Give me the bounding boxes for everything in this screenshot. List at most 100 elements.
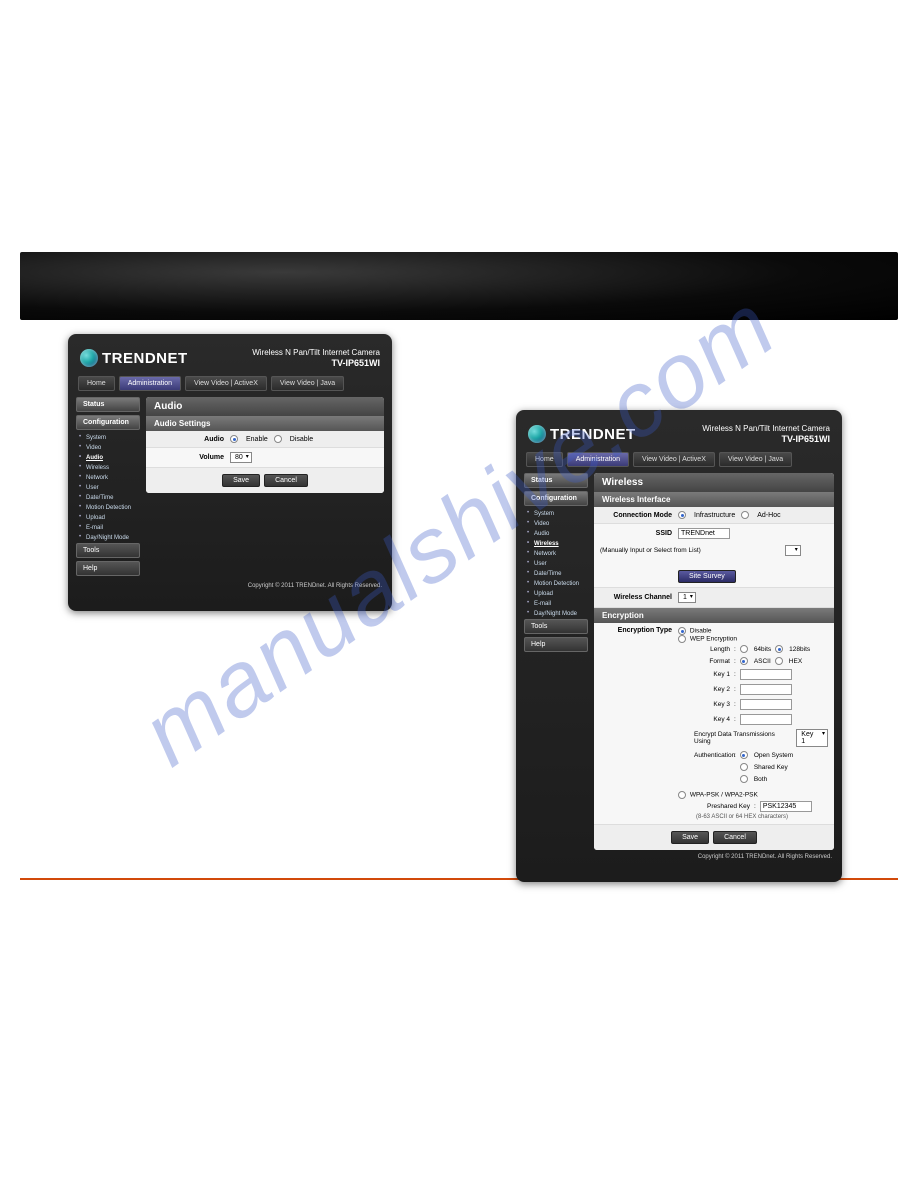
sidebar-item-datetime[interactable]: Date/Time <box>524 569 588 579</box>
save-button[interactable]: Save <box>671 831 709 844</box>
sidebar-item-network[interactable]: Network <box>524 549 588 559</box>
auth-shared-radio[interactable] <box>740 763 748 771</box>
key2-input[interactable] <box>740 684 792 695</box>
sidebar-item-system[interactable]: System <box>76 433 140 443</box>
sidebar-help[interactable]: Help <box>76 561 140 576</box>
enc-wpa-text: WPA-PSK / WPA2-PSK <box>690 792 758 799</box>
audio-disable-radio[interactable] <box>274 435 282 443</box>
sidebar-item-audio[interactable]: Audio <box>524 529 588 539</box>
enc-wep-radio[interactable] <box>678 635 686 643</box>
sidebar-item-user[interactable]: User <box>524 559 588 569</box>
sidebar-item-email[interactable]: E-mail <box>76 523 140 533</box>
audio-enable-text: Enable <box>246 436 268 443</box>
sidebar-right: Status Configuration System Video Audio … <box>524 473 588 655</box>
wireless-panel: TRENDNET Wireless N Pan/Tilt Internet Ca… <box>516 410 842 882</box>
top-nav-right: Home Administration View Video | ActiveX… <box>516 448 842 473</box>
ssid-hint: (Manually Input or Select from List) <box>600 547 701 554</box>
volume-select[interactable]: 80 <box>230 452 252 463</box>
header-subtitle-right: Wireless N Pan/Tilt Internet Camera TV-I… <box>702 424 830 444</box>
auth-shared-text: Shared Key <box>754 764 788 771</box>
len-64-text: 64bits <box>754 646 771 653</box>
sidebar-status[interactable]: Status <box>524 473 588 488</box>
cancel-button[interactable]: Cancel <box>713 831 757 844</box>
sidebar-item-email[interactable]: E-mail <box>524 599 588 609</box>
nav-administration[interactable]: Administration <box>567 452 629 467</box>
channel-select[interactable]: 1 <box>678 592 696 603</box>
sidebar-item-motion[interactable]: Motion Detection <box>524 579 588 589</box>
ssid-label: SSID <box>600 530 672 537</box>
sidebar-item-motion[interactable]: Motion Detection <box>76 503 140 513</box>
auth-both-radio[interactable] <box>740 775 748 783</box>
ssid-input[interactable]: TRENDnet <box>678 528 730 539</box>
sidebar-help[interactable]: Help <box>524 637 588 652</box>
product-line: Wireless N Pan/Tilt Internet Camera <box>702 424 830 434</box>
infra-radio[interactable] <box>678 511 686 519</box>
nav-view-java[interactable]: View Video | Java <box>271 376 344 391</box>
cancel-button[interactable]: Cancel <box>264 474 308 487</box>
sidebar-item-wireless[interactable]: Wireless <box>524 539 588 549</box>
nav-view-activex[interactable]: View Video | ActiveX <box>185 376 267 391</box>
model-number: TV-IP651WI <box>702 434 830 445</box>
fmt-ascii-text: ASCII <box>754 658 771 665</box>
key1-input[interactable] <box>740 669 792 680</box>
sidebar-status[interactable]: Status <box>76 397 140 412</box>
key3-input[interactable] <box>740 699 792 710</box>
nav-home[interactable]: Home <box>78 376 115 391</box>
enc-disable-radio[interactable] <box>678 627 686 635</box>
sidebar-item-upload[interactable]: Upload <box>76 513 140 523</box>
sidebar-configuration[interactable]: Configuration <box>76 415 140 430</box>
save-button[interactable]: Save <box>222 474 260 487</box>
sidebar-item-system[interactable]: System <box>524 509 588 519</box>
brand-logo: TRENDNET <box>80 349 188 367</box>
brand-text: TRENDNET <box>102 350 188 367</box>
len-64-radio[interactable] <box>740 645 748 653</box>
audio-settings-header: Audio Settings <box>146 416 384 431</box>
nav-home[interactable]: Home <box>526 452 563 467</box>
enc-disable-text: Disable <box>690 628 712 635</box>
sidebar-tools[interactable]: Tools <box>524 619 588 634</box>
format-label: Format <box>694 658 730 665</box>
fmt-hex-radio[interactable] <box>775 657 783 665</box>
adhoc-radio[interactable] <box>741 511 749 519</box>
nav-view-activex[interactable]: View Video | ActiveX <box>633 452 715 467</box>
len-128-radio[interactable] <box>775 645 783 653</box>
audio-title: Audio <box>146 397 384 416</box>
sidebar-configuration[interactable]: Configuration <box>524 491 588 506</box>
enc-wpa-radio[interactable] <box>678 791 686 799</box>
sidebar-tools[interactable]: Tools <box>76 543 140 558</box>
fmt-ascii-radio[interactable] <box>740 657 748 665</box>
ssid-list-select[interactable] <box>785 545 801 556</box>
sidebar-item-video[interactable]: Video <box>76 443 140 453</box>
auth-open-radio[interactable] <box>740 751 748 759</box>
sidebar-item-video[interactable]: Video <box>524 519 588 529</box>
fmt-hex-text: HEX <box>789 658 802 665</box>
psk-input[interactable]: PSK12345 <box>760 801 812 812</box>
sidebar-item-daynight[interactable]: Day/Night Mode <box>524 609 588 619</box>
channel-label: Wireless Channel <box>600 594 672 601</box>
sidebar-item-upload[interactable]: Upload <box>524 589 588 599</box>
psk-label: Preshared Key <box>694 803 750 810</box>
audio-main: Audio Audio Settings Audio Enable Disabl… <box>146 397 384 493</box>
sidebar-item-daynight[interactable]: Day/Night Mode <box>76 533 140 543</box>
sidebar-item-network[interactable]: Network <box>76 473 140 483</box>
psk-hint: (8-63 ASCII or 64 HEX characters) <box>678 814 828 820</box>
sidebar-item-wireless[interactable]: Wireless <box>76 463 140 473</box>
model-number: TV-IP651WI <box>252 358 380 369</box>
key4-input[interactable] <box>740 714 792 725</box>
enc-using-select[interactable]: Key 1 <box>796 729 828 747</box>
header-subtitle: Wireless N Pan/Tilt Internet Camera TV-I… <box>252 348 380 368</box>
sidebar: Status Configuration System Video Audio … <box>76 397 140 579</box>
key1-label: Key 1 <box>694 671 730 678</box>
len-128-text: 128bits <box>789 646 810 653</box>
site-survey-button[interactable]: Site Survey <box>678 570 736 583</box>
audio-enable-radio[interactable] <box>230 435 238 443</box>
sidebar-item-datetime[interactable]: Date/Time <box>76 493 140 503</box>
logo-icon <box>528 425 546 443</box>
encryption-header: Encryption <box>594 608 834 623</box>
nav-administration[interactable]: Administration <box>119 376 181 391</box>
wireless-main: Wireless Wireless Interface Connection M… <box>594 473 834 850</box>
nav-view-java[interactable]: View Video | Java <box>719 452 792 467</box>
audio-label: Audio <box>152 436 224 443</box>
sidebar-item-audio[interactable]: Audio <box>76 453 140 463</box>
sidebar-item-user[interactable]: User <box>76 483 140 493</box>
